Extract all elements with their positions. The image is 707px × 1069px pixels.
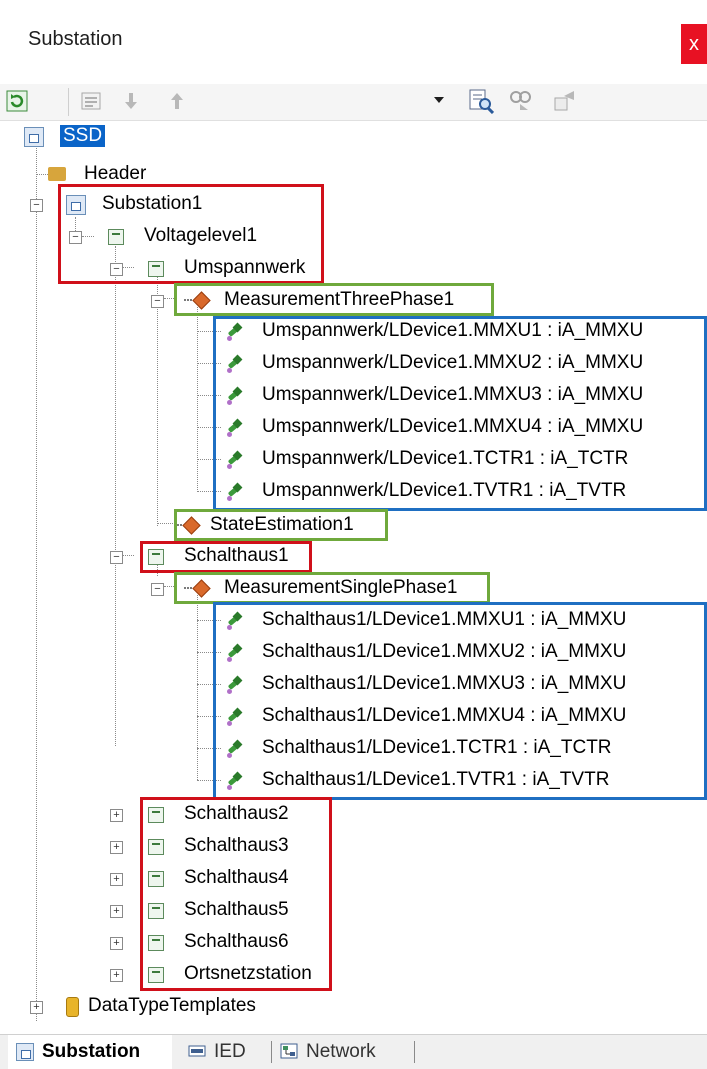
tab-substation[interactable]: Substation bbox=[8, 1035, 172, 1069]
highlight-box-red bbox=[140, 541, 312, 573]
highlight-box-green bbox=[174, 572, 490, 604]
list-icon[interactable] bbox=[80, 90, 102, 112]
find-next-icon[interactable] bbox=[508, 88, 534, 114]
collapse-icon[interactable]: − bbox=[151, 295, 164, 308]
toolbar-separator bbox=[68, 88, 69, 116]
tree-node-ortsnetzstation[interactable]: + Ortsnetzstation bbox=[0, 959, 707, 989]
ssd-icon bbox=[24, 127, 44, 147]
tab-label: Substation bbox=[42, 1041, 141, 1062]
tree-node-schalthaus4[interactable]: + Schalthaus4 bbox=[0, 863, 707, 893]
tree-node-schalthaus3[interactable]: + Schalthaus3 bbox=[0, 831, 707, 861]
expand-icon[interactable]: + bbox=[110, 809, 123, 822]
toolbar-dropdown[interactable] bbox=[213, 86, 460, 116]
tab-separator bbox=[414, 1041, 415, 1063]
tree-node-ssd[interactable]: SSD bbox=[0, 121, 707, 151]
tree-node-label: SSD bbox=[60, 125, 106, 147]
title-bar: Substation x bbox=[0, 0, 707, 84]
collapse-icon[interactable]: − bbox=[110, 551, 123, 564]
highlight-box-blue bbox=[213, 316, 707, 511]
dropdown-arrow-icon bbox=[434, 97, 444, 103]
close-button[interactable]: x bbox=[681, 24, 707, 64]
tab-network[interactable]: Network bbox=[276, 1035, 406, 1069]
expand-icon[interactable]: + bbox=[110, 969, 123, 982]
tab-separator bbox=[271, 1041, 272, 1063]
database-icon bbox=[66, 997, 79, 1017]
tree-node-label: Header bbox=[84, 163, 147, 184]
tab-label: Network bbox=[306, 1041, 376, 1062]
network-icon bbox=[280, 1043, 298, 1059]
highlight-box-green bbox=[174, 283, 494, 316]
bottom-tab-bar: Substation IED Network bbox=[0, 1034, 707, 1069]
collapse-icon[interactable]: − bbox=[30, 199, 43, 212]
panel-title: Substation bbox=[28, 28, 123, 50]
tree-node-schalthaus2[interactable]: + Schalthaus2 bbox=[0, 799, 707, 829]
arrow-up-icon[interactable] bbox=[166, 90, 188, 112]
tab-ied[interactable]: IED bbox=[182, 1035, 266, 1069]
toolbar bbox=[0, 84, 707, 121]
expand-icon[interactable]: + bbox=[110, 841, 123, 854]
highlight-box-red bbox=[58, 184, 324, 284]
substation-icon bbox=[16, 1043, 34, 1061]
header-scroll-icon bbox=[48, 167, 66, 181]
expand-icon[interactable]: + bbox=[110, 873, 123, 886]
find-icon[interactable] bbox=[468, 88, 494, 114]
tree-node-schalthaus5[interactable]: + Schalthaus5 bbox=[0, 895, 707, 925]
tab-label: IED bbox=[214, 1041, 246, 1062]
expand-icon[interactable]: + bbox=[110, 937, 123, 950]
highlight-box-red bbox=[140, 797, 332, 991]
refresh-icon[interactable] bbox=[6, 90, 28, 112]
tree-node-label: DataTypeTemplates bbox=[88, 995, 256, 1016]
expand-icon[interactable]: + bbox=[110, 905, 123, 918]
tree-node-schalthaus6[interactable]: + Schalthaus6 bbox=[0, 927, 707, 957]
ied-icon bbox=[188, 1045, 206, 1057]
expand-icon[interactable]: + bbox=[30, 1001, 43, 1014]
tree-node-schalthaus1[interactable]: − Schalthaus1 bbox=[0, 541, 707, 571]
collapse-icon[interactable]: − bbox=[151, 583, 164, 596]
highlight-box-blue bbox=[213, 602, 707, 800]
tree-node-datatypetemplates[interactable]: + DataTypeTemplates bbox=[0, 991, 707, 1021]
arrow-down-icon[interactable] bbox=[120, 90, 142, 112]
substation-tree[interactable]: SSD Header − Substation1 − Voltagelevel1… bbox=[0, 121, 707, 1033]
highlight-box-green bbox=[174, 509, 388, 541]
replace-icon[interactable] bbox=[552, 88, 578, 114]
